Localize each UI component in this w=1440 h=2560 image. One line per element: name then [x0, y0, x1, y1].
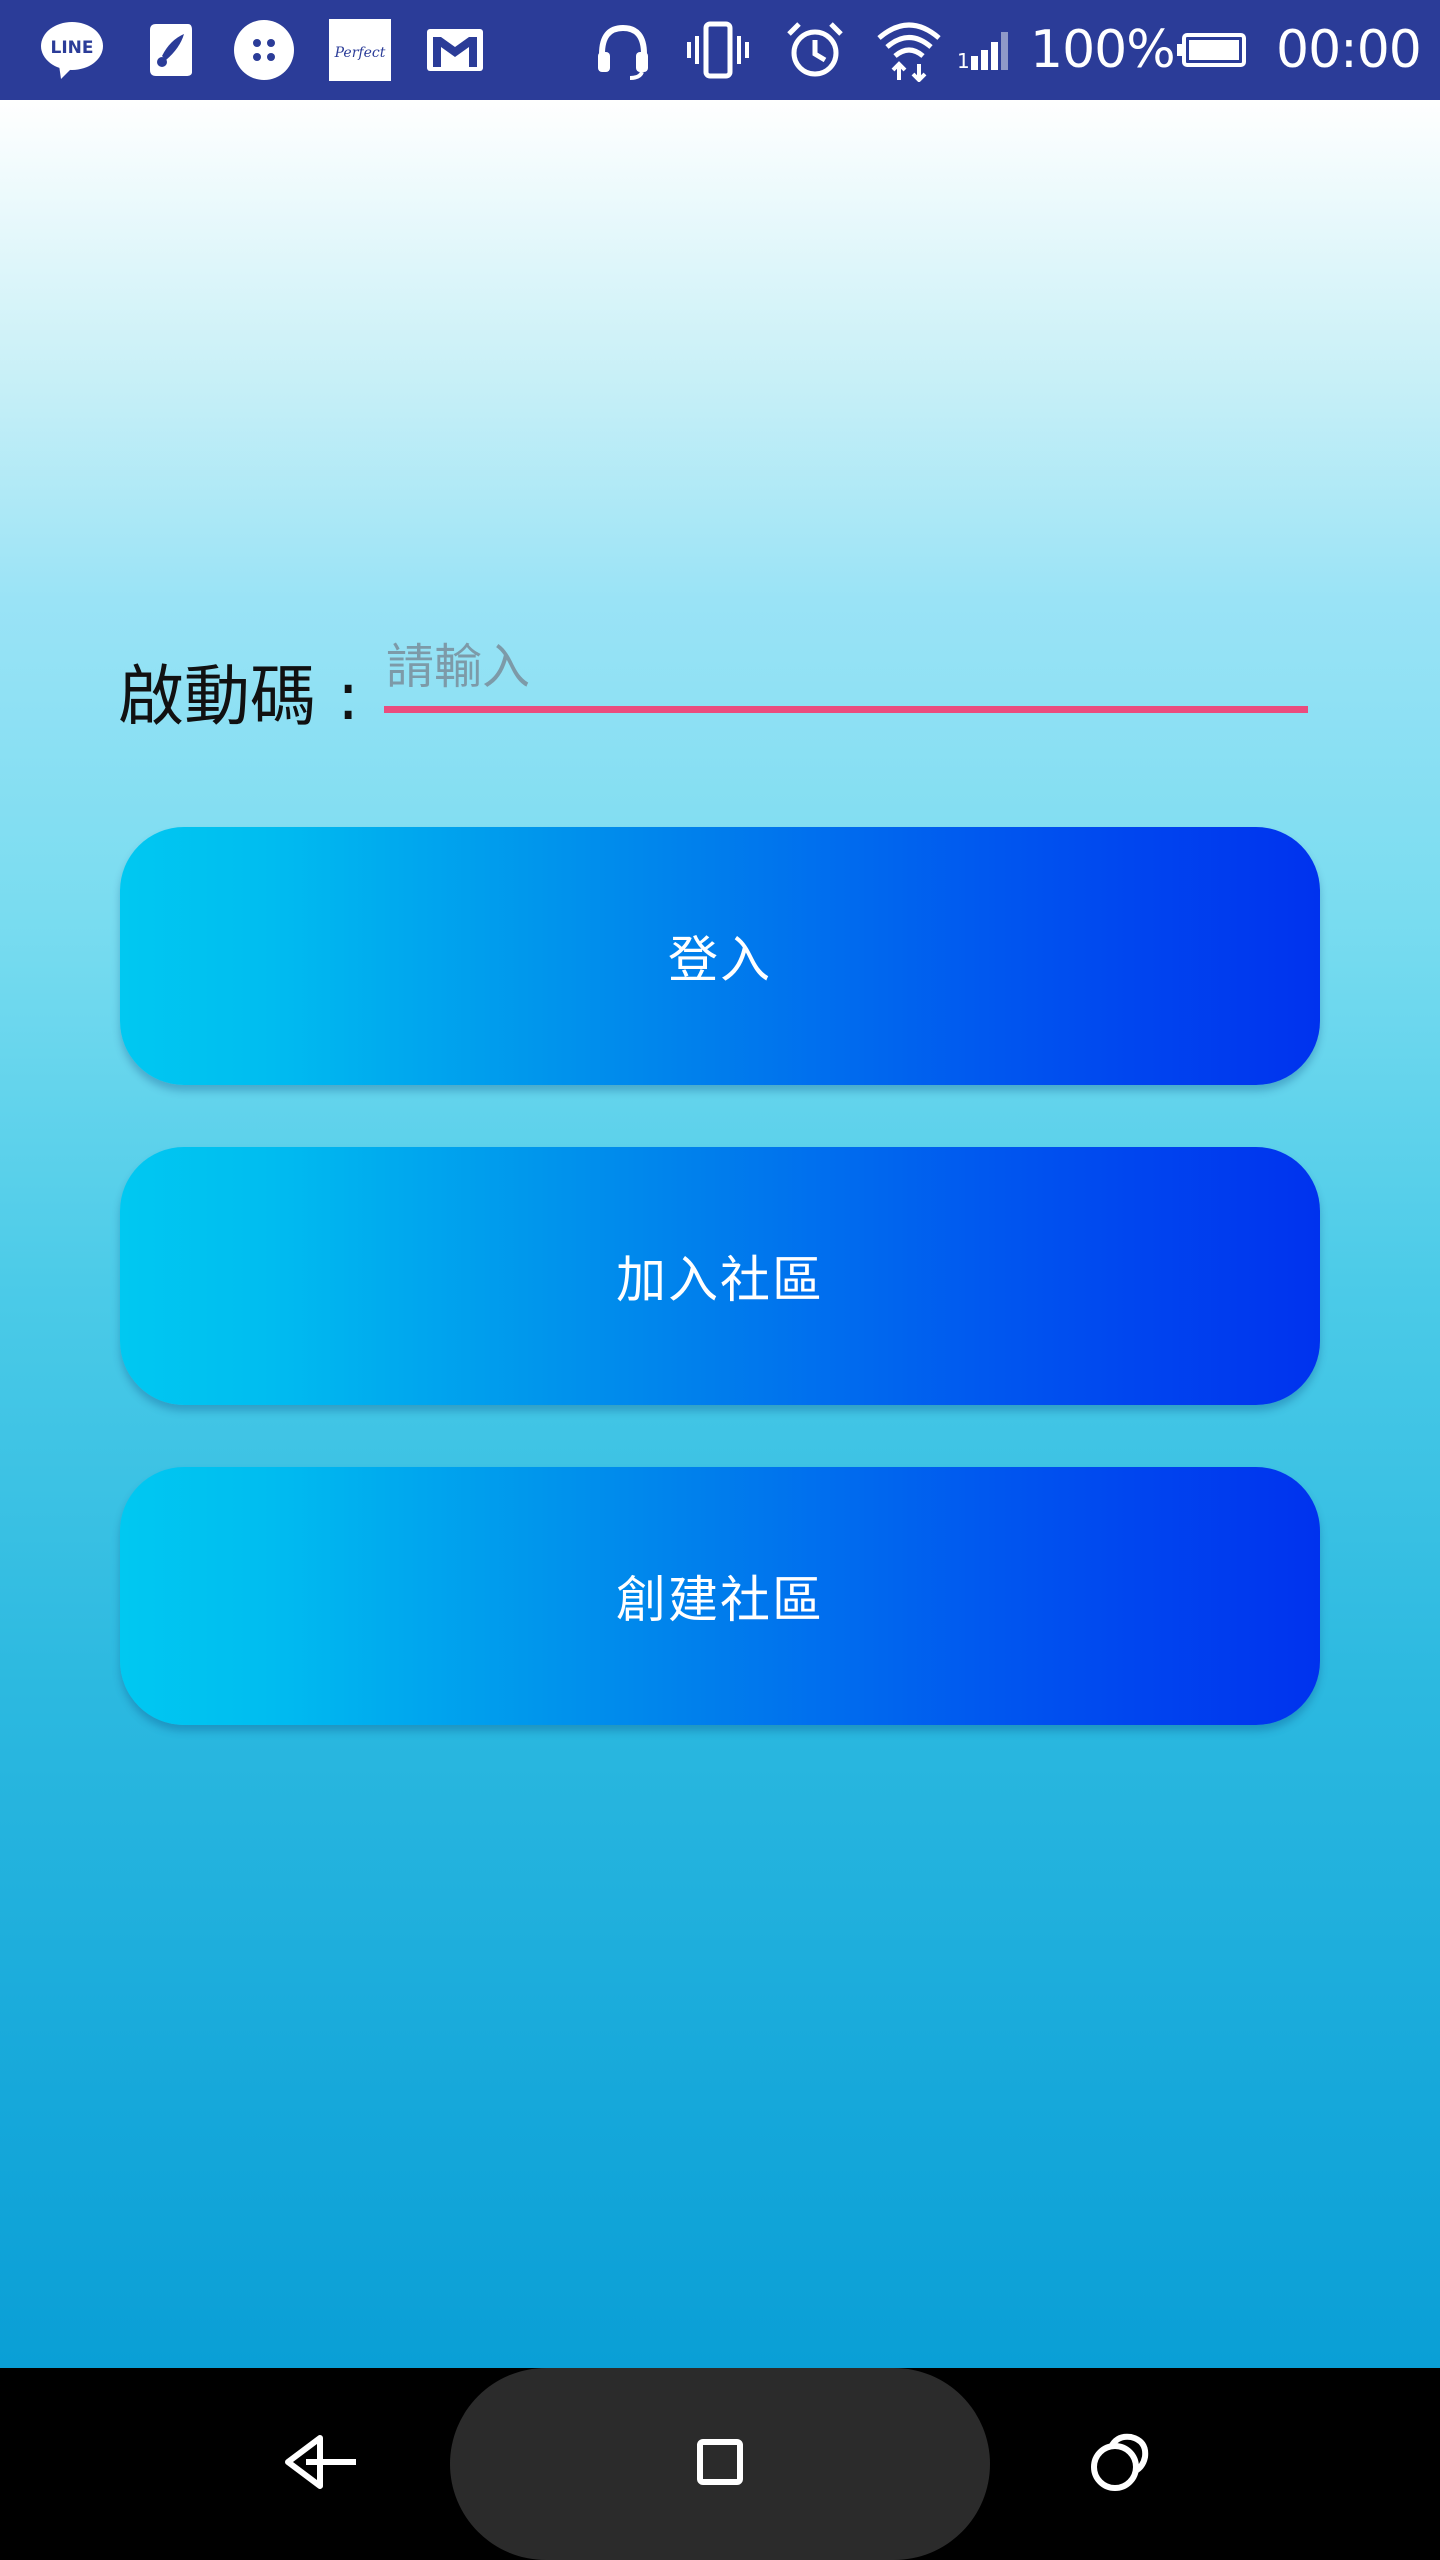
- join-community-button[interactable]: 加入社區: [120, 1147, 1320, 1405]
- perfect-app-icon: Perfect: [328, 0, 392, 100]
- battery-percent: 100%: [1030, 20, 1176, 80]
- paint-icon: [142, 0, 198, 100]
- wifi-icon: [874, 0, 944, 100]
- svg-text:LINE: LINE: [51, 38, 94, 58]
- back-icon: [280, 2432, 360, 2496]
- create-community-button[interactable]: 創建社區: [120, 1467, 1320, 1725]
- login-button[interactable]: 登入: [120, 827, 1320, 1085]
- gmail-icon: [424, 0, 486, 100]
- dots-app-icon: [232, 0, 296, 100]
- battery-icon: [1176, 0, 1248, 100]
- back-button[interactable]: [240, 2368, 400, 2560]
- navigation-bar: [0, 2368, 1440, 2560]
- line-icon: LINE: [38, 0, 106, 100]
- vibrate-icon: [686, 0, 750, 100]
- status-bar: LINE Perfect 1 100% 00:00: [0, 0, 1440, 100]
- status-time: 00:00: [1276, 20, 1422, 80]
- signal-icon: 1: [956, 0, 1016, 100]
- activation-code-input[interactable]: [384, 628, 1308, 713]
- home-square-icon: [696, 2438, 744, 2490]
- main-content: 啟動碼 : 登入 加入社區 創建社區: [0, 100, 1440, 2368]
- recents-button[interactable]: [1040, 2368, 1200, 2560]
- activation-code-label: 啟動碼 :: [118, 658, 360, 735]
- recents-icon: [1089, 2431, 1151, 2497]
- headset-icon: [592, 0, 654, 100]
- svg-text:Perfect: Perfect: [334, 45, 386, 61]
- svg-text:1: 1: [957, 49, 970, 72]
- home-button[interactable]: [640, 2368, 800, 2560]
- alarm-icon: [784, 0, 846, 100]
